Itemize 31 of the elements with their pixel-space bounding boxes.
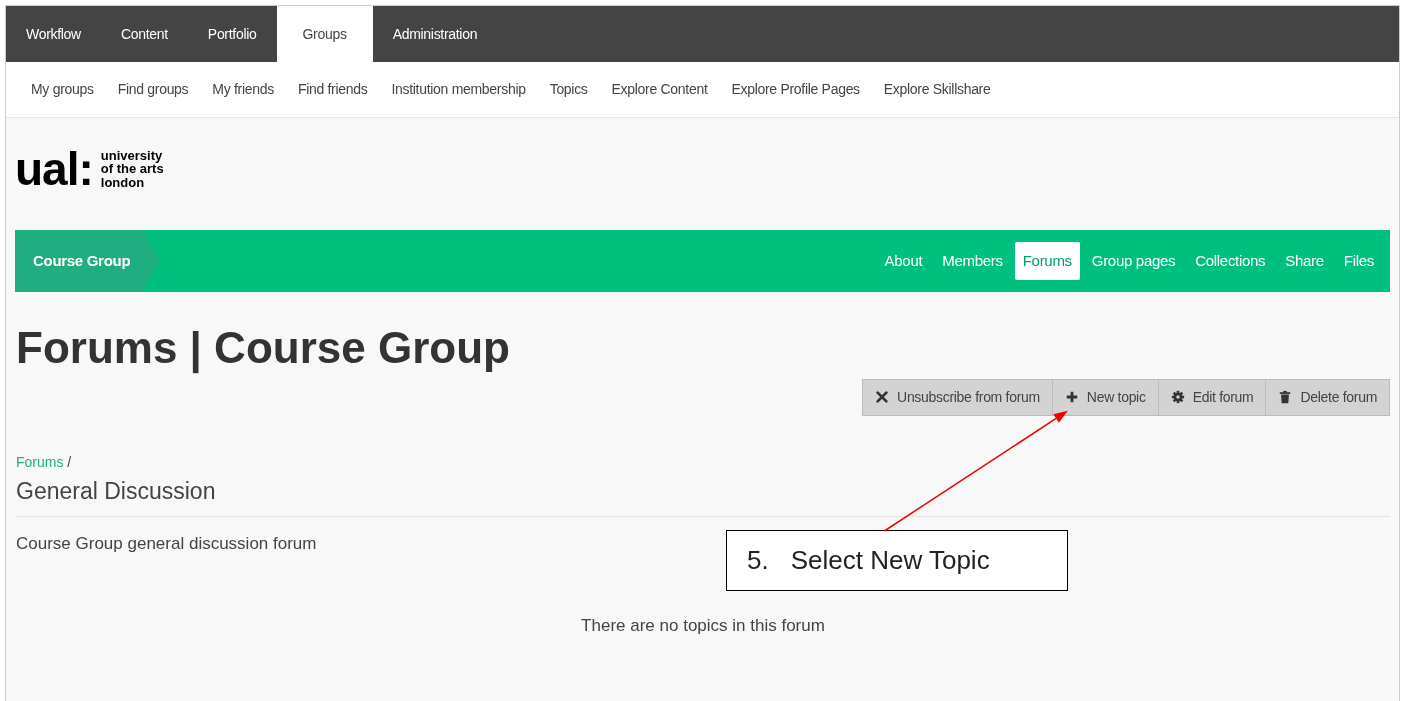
gear-icon bbox=[1170, 390, 1185, 405]
trash-icon bbox=[1278, 390, 1293, 405]
sub-nav-link[interactable]: My friends bbox=[200, 79, 286, 100]
main-nav-tab[interactable]: Administration bbox=[372, 6, 498, 62]
main-nav-tab[interactable]: Workflow bbox=[6, 6, 101, 62]
empty-message: There are no topics in this forum bbox=[580, 614, 826, 637]
action-button[interactable]: Unsubscribe from forum bbox=[862, 378, 1053, 416]
step-instruction: Select New Topic bbox=[790, 544, 990, 577]
sub-nav-link[interactable]: Explore Content bbox=[599, 79, 720, 100]
action-button[interactable]: Edit forum bbox=[1158, 378, 1267, 416]
action-button[interactable]: Delete forum bbox=[1266, 378, 1390, 416]
sub-nav-link[interactable]: Topics bbox=[537, 79, 600, 100]
main-nav-tab[interactable]: Content bbox=[100, 6, 188, 62]
plus-icon bbox=[1064, 390, 1079, 405]
sub-nav-link[interactable]: Find groups bbox=[105, 79, 201, 100]
close-icon bbox=[875, 390, 890, 405]
forum-description: Course Group general discussion forum bbox=[16, 533, 318, 556]
logo-wordmark: university of the arts london bbox=[100, 148, 164, 190]
step-number: 5. bbox=[747, 544, 769, 577]
sub-nav-link[interactable]: Find friends bbox=[285, 79, 380, 100]
sub-nav-link[interactable]: Institution membership bbox=[379, 79, 538, 100]
sub-nav-link[interactable]: Explore Skillshare bbox=[871, 79, 1003, 100]
main-nav-tab[interactable]: Portfolio bbox=[187, 6, 277, 62]
sub-nav-link[interactable]: Explore Profile Pages bbox=[719, 79, 872, 100]
forum-title: General Discussion bbox=[16, 473, 1390, 518]
main-nav-tab[interactable]: Groups bbox=[276, 6, 373, 62]
sub-nav-link[interactable]: My groups bbox=[19, 79, 106, 100]
page-title: Forums | Course Group bbox=[16, 322, 511, 375]
logo-mark: ual: bbox=[15, 146, 93, 192]
action-button[interactable]: New topic bbox=[1052, 378, 1159, 416]
breadcrumb-separator: / bbox=[66, 453, 72, 470]
